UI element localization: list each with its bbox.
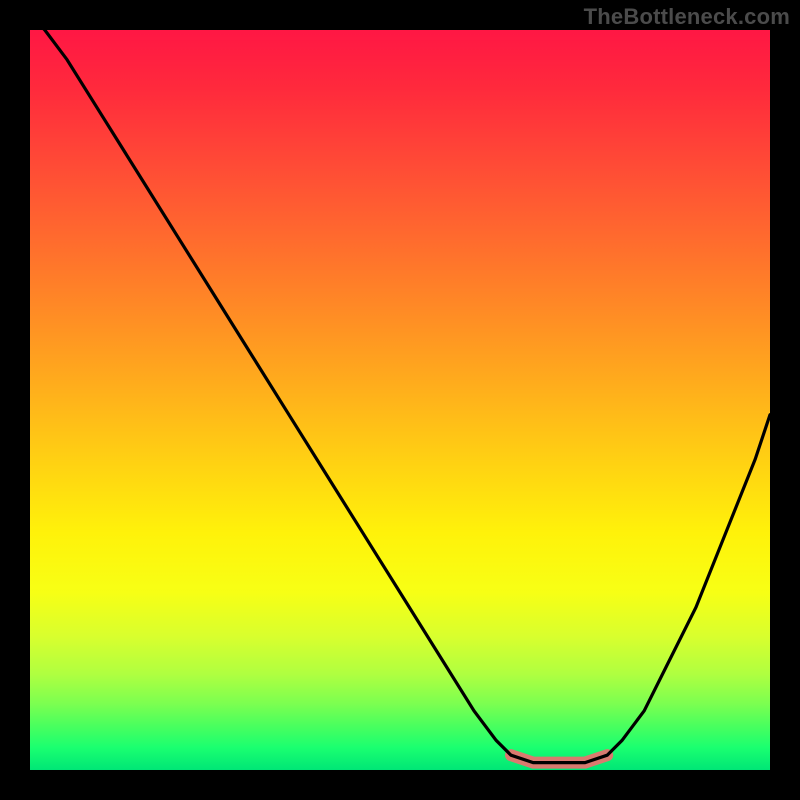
plot-area <box>30 30 770 770</box>
bottleneck-curve <box>30 30 770 770</box>
watermark-text: TheBottleneck.com <box>584 4 790 30</box>
chart-frame: TheBottleneck.com <box>0 0 800 800</box>
curve-path <box>30 30 770 763</box>
